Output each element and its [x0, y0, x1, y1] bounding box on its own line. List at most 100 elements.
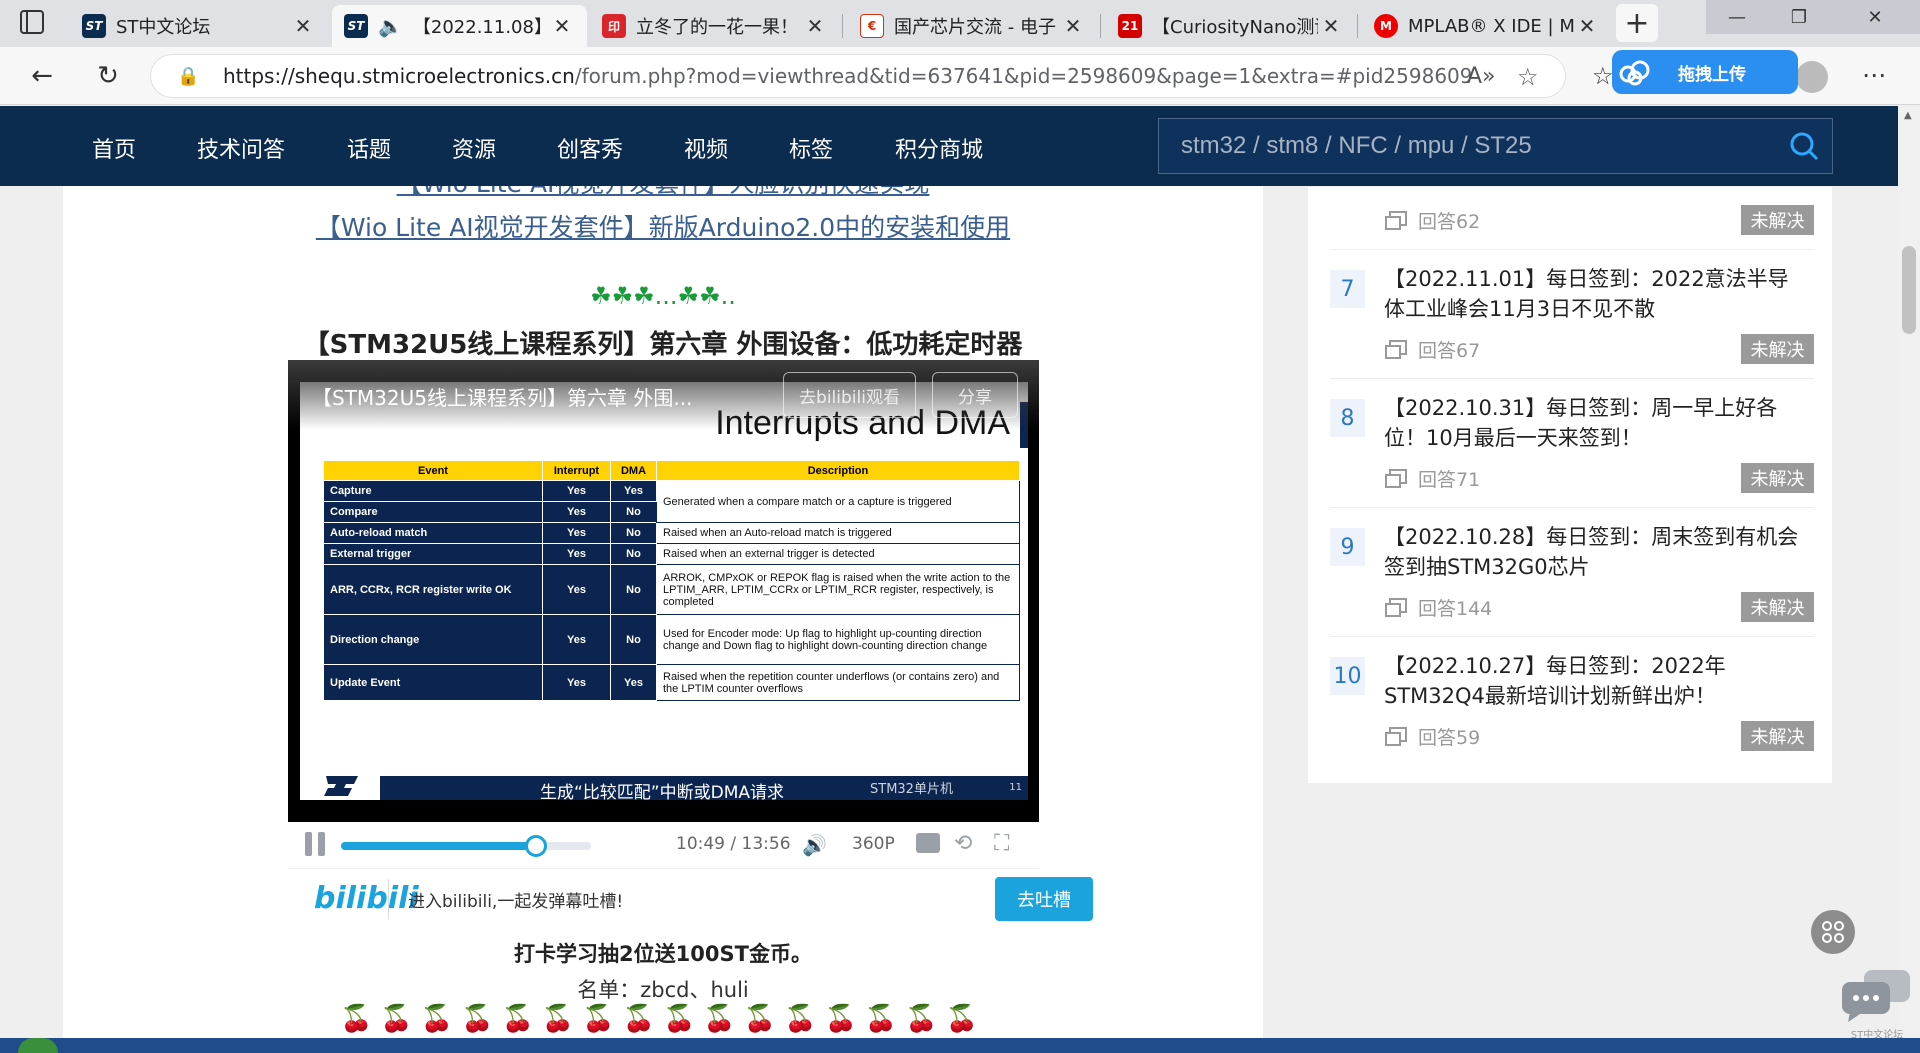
nav-home[interactable]: 首页	[92, 132, 136, 164]
table-header: Description	[656, 460, 1020, 481]
nav-tags[interactable]: 标签	[789, 132, 833, 164]
nav-topics[interactable]: 话题	[347, 132, 391, 164]
window-controls: — ❐ ✕	[1706, 0, 1920, 40]
list-item[interactable]: 回答62 未解决	[1330, 186, 1814, 250]
topic-title[interactable]: 【2022.10.28】每日签到：周末签到有机会签到抽STM32G0芯片	[1384, 522, 1809, 582]
close-tab-icon[interactable]: ✕	[1060, 13, 1086, 39]
nav-maker-show[interactable]: 创客秀	[557, 132, 623, 164]
maximize-icon[interactable]: ❐	[1768, 0, 1830, 34]
nav-tech-qa[interactable]: 技术问答	[197, 132, 285, 164]
list-item[interactable]: 7 【2022.11.01】每日签到：2022意法半导体工业峰会11月3日不见不…	[1330, 250, 1814, 379]
nav-resources[interactable]: 资源	[452, 132, 496, 164]
tab-chip-exchange[interactable]: € 国产芯片交流 - 电子 ✕	[848, 5, 1098, 47]
table-row: Capture Yes Yes Generated when a compare…	[323, 480, 1020, 523]
progress-fill	[341, 842, 536, 850]
related-link-arduino[interactable]: 【Wio Lite AI视觉开发套件】新版Arduino2.0中的安装和使用	[63, 208, 1263, 244]
browser-tab-strip: ST ST中文论坛 ✕ ST 🔈 【2022.11.08】 ✕ 印 立冬了的一花…	[0, 0, 1920, 47]
sidebar-toggle-icon[interactable]	[20, 10, 44, 34]
close-tab-icon[interactable]: ✕	[549, 13, 575, 39]
topic-title[interactable]: 【2022.10.27】每日签到：2022年STM32Q4最新培训计划新鲜出炉！	[1384, 651, 1809, 711]
read-aloud-icon[interactable]: A»	[1467, 64, 1496, 89]
scroll-up-icon[interactable]: ▲	[1904, 110, 1912, 121]
site-nav-bar: 首页 技术问答 话题 资源 创客秀 视频 标签 积分商城	[0, 106, 1898, 186]
hot-topics-sidebar: 回答62 未解决 7 【2022.11.01】每日签到：2022意法半导体工业峰…	[1307, 186, 1833, 784]
tab-current-thread[interactable]: ST 🔈 【2022.11.08】 ✕	[332, 5, 587, 47]
minimize-icon[interactable]: —	[1706, 0, 1768, 34]
page-content: 【Wio Lite AI视觉开发套件】人脸识别快速实现 【Wio Lite AI…	[0, 186, 1898, 1038]
speaker-icon[interactable]: 🔈	[378, 14, 403, 38]
bilibili-video-player[interactable]: Interrupts and DMA Event Interrupt DMA D…	[288, 360, 1039, 822]
tab-winter-post[interactable]: 印 立冬了的一花一果！ ✕	[590, 5, 840, 47]
status-badge: 未解决	[1741, 463, 1814, 493]
video-title-bar: 【STM32U5线上课程系列】第六章 外围... 去bilibili观看 分享	[288, 360, 1039, 430]
share-button[interactable]: 分享	[932, 372, 1018, 418]
reply-icon	[1385, 210, 1407, 230]
new-tab-button[interactable]: +	[1616, 4, 1658, 42]
back-arrow-icon[interactable]: ←	[24, 58, 60, 94]
st-slide-logo-icon	[322, 772, 362, 798]
favorites-icon[interactable]: ☆	[1592, 62, 1614, 90]
loop-icon[interactable]: ⟲	[954, 831, 972, 856]
more-menu-icon[interactable]: ⋯	[1862, 61, 1886, 89]
quality-selector[interactable]: 360P	[852, 834, 895, 854]
nav-points-mall[interactable]: 积分商城	[895, 132, 983, 164]
volume-icon[interactable]: 🔊	[802, 833, 827, 857]
tab-separator	[1100, 14, 1101, 38]
url-input[interactable]: 🔒 https://shequ.stmicroelectronics.cn/fo…	[150, 54, 1566, 98]
open-bilibili-button[interactable]: 去bilibili观看	[783, 372, 916, 418]
time-display: 10:49 / 13:56	[676, 834, 791, 854]
refresh-icon[interactable]: ↻	[90, 58, 126, 94]
event-table: Event Interrupt DMA Description Capture …	[323, 460, 1020, 701]
bilibili-logo[interactable]: bilibili	[314, 881, 419, 916]
list-item[interactable]: 10 【2022.10.27】每日签到：2022年STM32Q4最新培训计划新鲜…	[1330, 637, 1814, 766]
chat-support-icon[interactable]: ST中文论坛	[1840, 968, 1914, 1041]
danmaku-icon[interactable]	[916, 833, 940, 853]
reply-icon	[1385, 597, 1407, 617]
topic-title[interactable]: 【2022.11.01】每日签到：2022意法半导体工业峰会11月3日不见不散	[1384, 264, 1809, 324]
close-tab-icon[interactable]: ✕	[1318, 13, 1344, 39]
quick-menu-icon[interactable]	[1811, 910, 1855, 954]
topic-title[interactable]: 【2022.10.31】每日签到：周一早上好各位！10月最后一天来签到！	[1384, 393, 1809, 453]
tab-mplab[interactable]: M MPLAB® X IDE | Mi ✕	[1362, 5, 1612, 47]
red-app-icon: 印	[602, 14, 626, 38]
table-row: Auto-reload match Yes No Raised when an …	[323, 522, 1020, 544]
nav-videos[interactable]: 视频	[684, 132, 728, 164]
danmaku-button[interactable]: 去吐槽	[995, 877, 1093, 921]
danmaku-hint: 进入bilibili,一起发弹幕吐槽!	[408, 892, 624, 912]
fullscreen-icon[interactable]: ⛶	[994, 831, 1009, 856]
thread-post: 【Wio Lite AI视觉开发套件】人脸识别快速实现 【Wio Lite AI…	[63, 186, 1263, 1038]
lock-icon: 🔒	[177, 66, 200, 87]
start-button-icon[interactable]	[18, 1038, 58, 1053]
page-scrollbar[interactable]: ▲	[1898, 106, 1920, 1038]
drag-upload-widget[interactable]: 拖拽上传	[1612, 50, 1798, 94]
close-tab-icon[interactable]: ✕	[802, 13, 828, 39]
close-tab-icon[interactable]: ✕	[290, 13, 316, 39]
status-badge: 未解决	[1741, 334, 1814, 364]
status-badge: 未解决	[1741, 592, 1814, 622]
reply-icon	[1385, 726, 1407, 746]
url-text: https://shequ.stmicroelectronics.cn/foru…	[223, 64, 1473, 88]
progress-handle[interactable]	[525, 835, 547, 857]
favorite-add-icon[interactable]: ☆	[1517, 63, 1539, 91]
close-tab-icon[interactable]: ✕	[1574, 13, 1600, 39]
cherry-decoration: 🍒🍒🍒🍒🍒🍒🍒🍒🍒🍒🍒🍒🍒🍒🍒🍒	[340, 1004, 986, 1034]
list-item[interactable]: 9 【2022.10.28】每日签到：周末签到有机会签到抽STM32G0芯片 回…	[1330, 508, 1814, 637]
bilibili-danmaku-bar: bilibili 进入bilibili,一起发弹幕吐槽! 去吐槽	[288, 868, 1093, 928]
clover-decoration: ☘☘☘...☘☘..	[590, 282, 736, 310]
tab-curiosity-nano[interactable]: 21 【CuriosityNano测评 ✕	[1106, 5, 1356, 47]
search-input[interactable]	[1159, 119, 1776, 173]
search-icon[interactable]	[1776, 131, 1832, 161]
table-header: Interrupt	[542, 460, 611, 481]
scrollbar-thumb[interactable]	[1902, 246, 1916, 334]
progress-slider[interactable]	[341, 835, 591, 857]
list-item[interactable]: 8 【2022.10.31】每日签到：周一早上好各位！10月最后一天来签到！ 回…	[1330, 379, 1814, 508]
table-row: ARR, CCRx, RCR register write OK Yes No …	[323, 564, 1020, 615]
tab-st-forum[interactable]: ST ST中文论坛 ✕	[70, 5, 328, 47]
status-badge: 未解决	[1741, 205, 1814, 235]
close-window-icon[interactable]: ✕	[1830, 0, 1920, 34]
pause-icon[interactable]	[305, 832, 327, 856]
tab-separator	[1357, 14, 1358, 38]
profile-avatar[interactable]	[1796, 61, 1828, 93]
related-link-face-recognition[interactable]: 【Wio Lite AI视觉开发套件】人脸识别快速实现	[63, 186, 1263, 200]
st-logo-icon: ST	[344, 14, 368, 38]
